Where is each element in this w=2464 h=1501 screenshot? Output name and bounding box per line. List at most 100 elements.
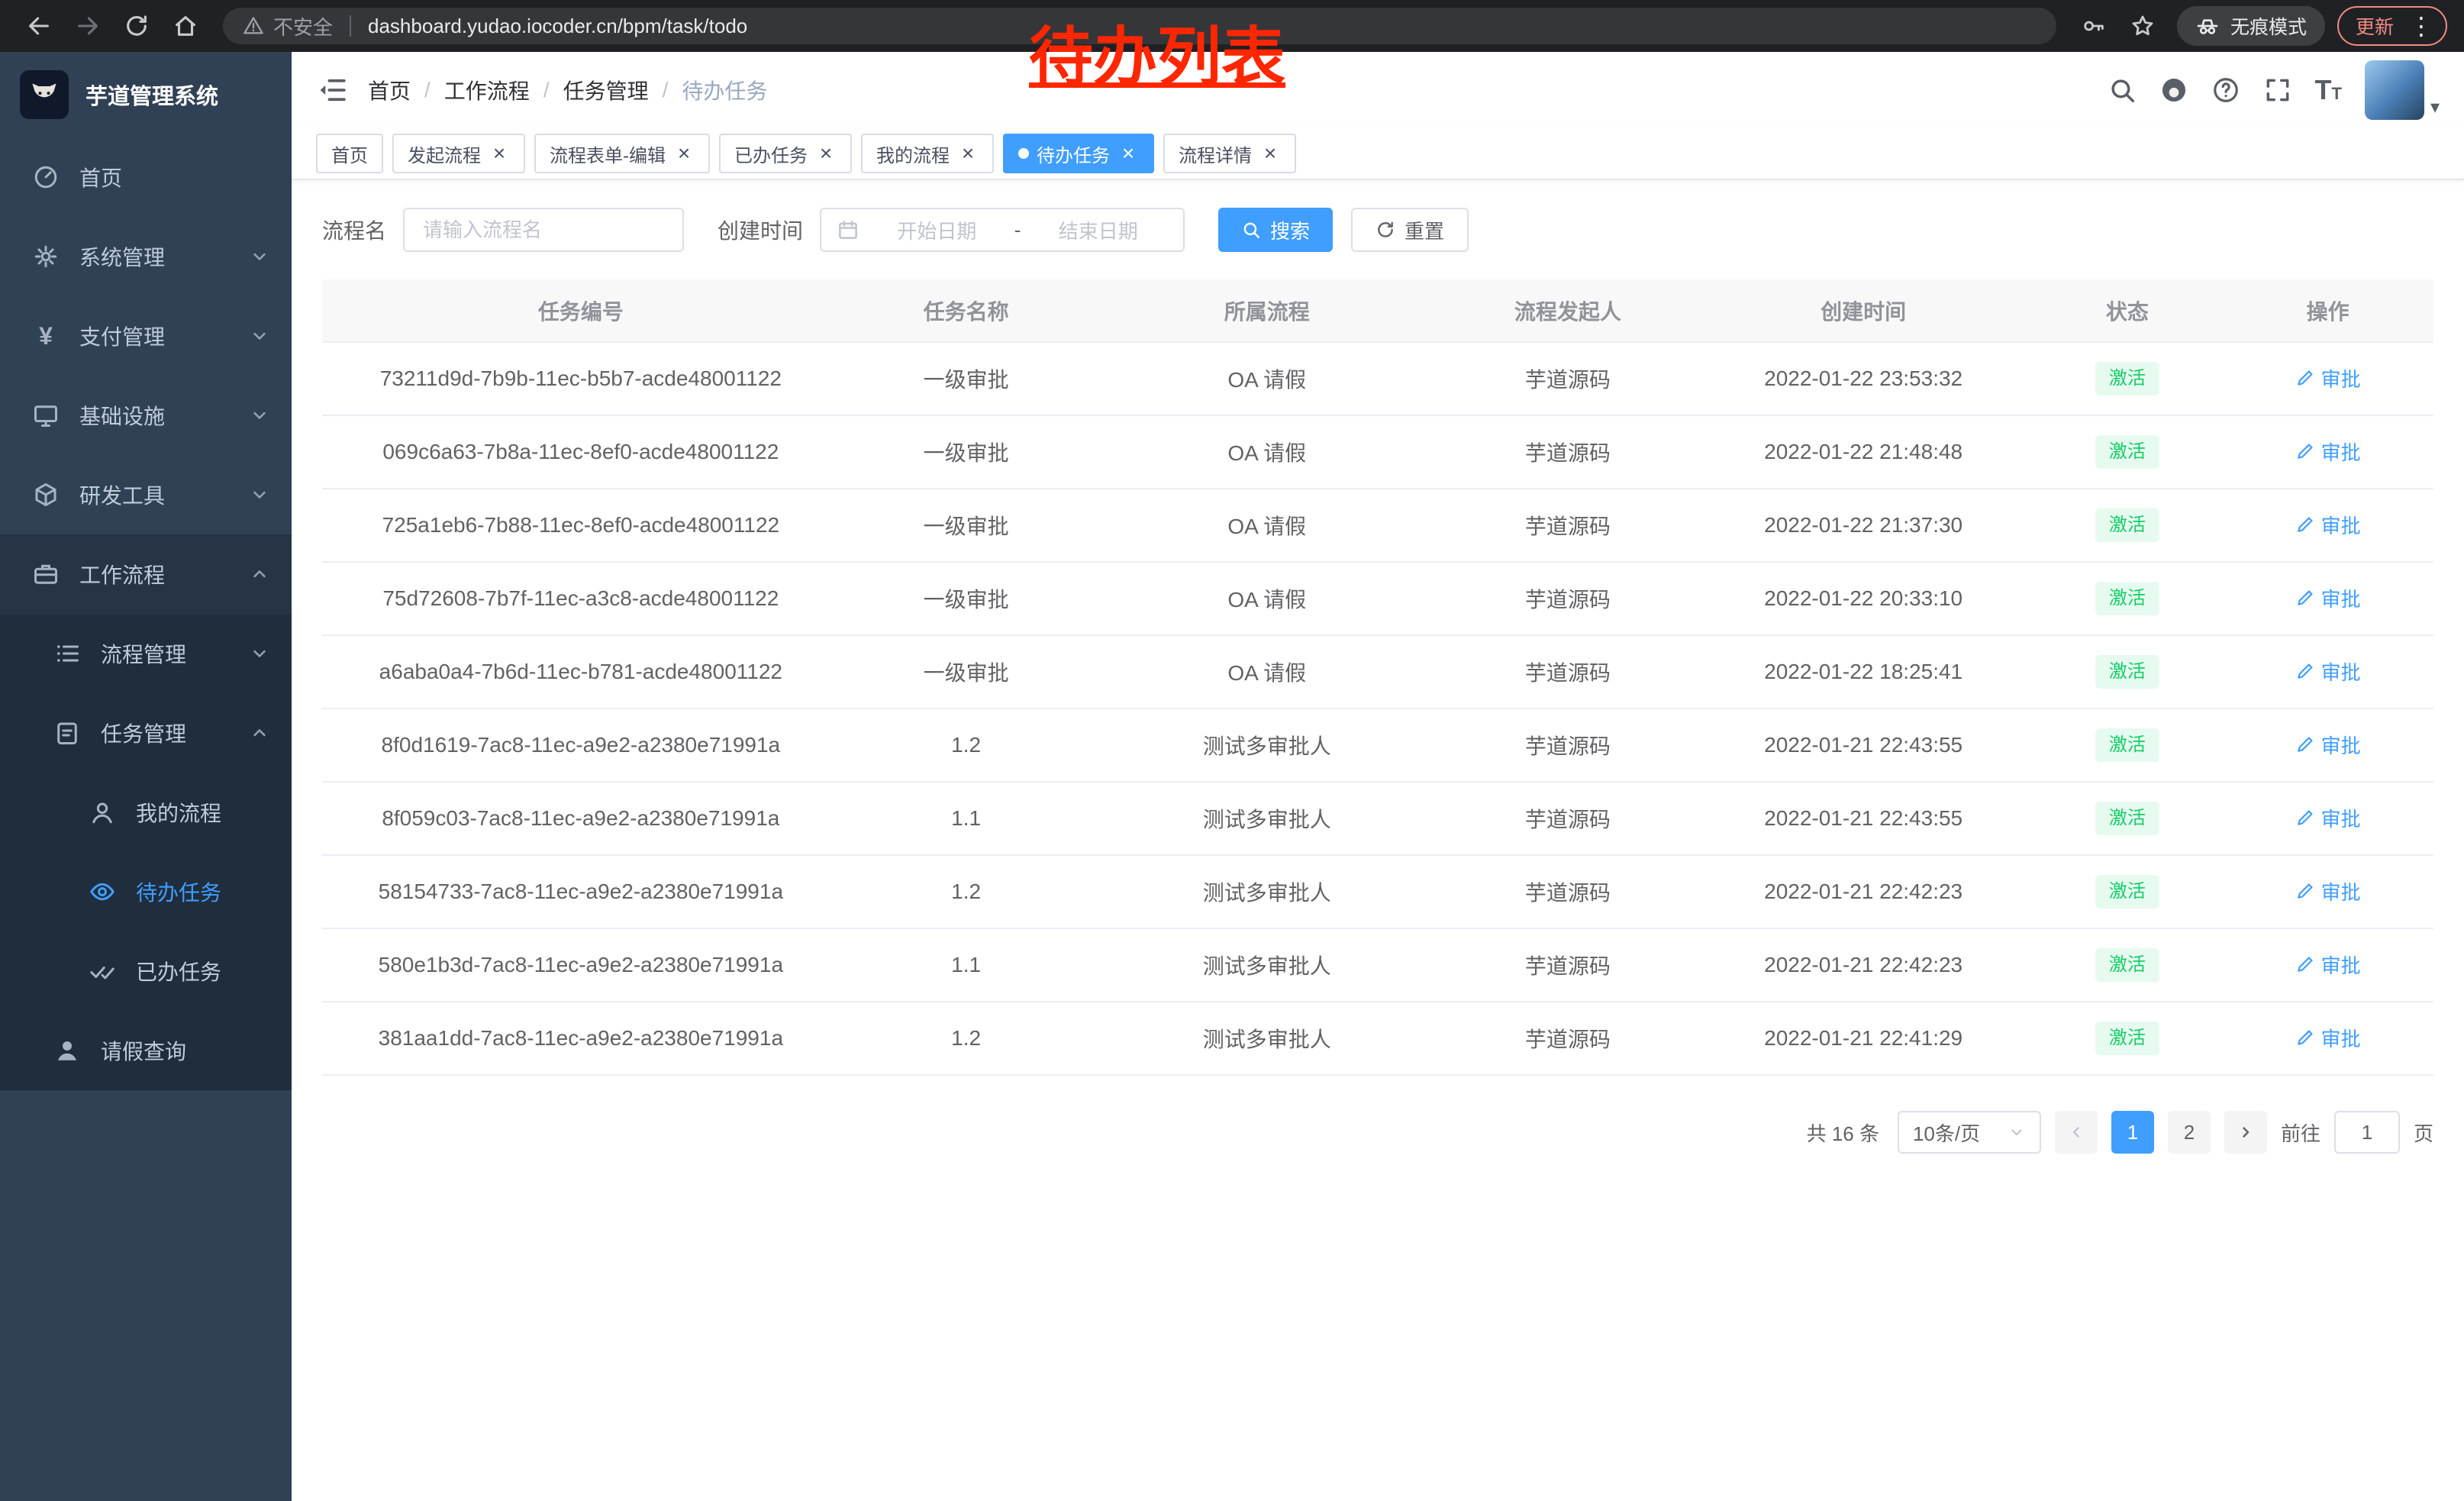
sidebar-item-workflow[interactable]: 工作流程 xyxy=(0,534,292,614)
table-row: 75d72608-7b7f-11ec-a3c8-acde48001122 一级审… xyxy=(322,562,2433,635)
approve-link[interactable]: 审批 xyxy=(2295,584,2361,612)
search-button[interactable]: 搜索 xyxy=(1218,208,1333,252)
sidebar-fold-icon[interactable] xyxy=(316,74,348,106)
search-icon[interactable] xyxy=(2108,76,2137,105)
view-tab[interactable]: 待办任务 × xyxy=(1003,134,1154,173)
cell-task-name: 一级审批 xyxy=(840,489,1093,562)
sidebar-item-leave-query[interactable]: 请假查询 xyxy=(0,1011,292,1090)
tab-close-icon[interactable]: × xyxy=(1259,143,1281,164)
table-row: 8f0d1619-7ac8-11ec-a9e2-a2380e71991a 1.2… xyxy=(322,709,2433,782)
cell-process: 测试多审批人 xyxy=(1093,782,1441,855)
breadcrumb-home[interactable]: 首页 xyxy=(368,75,411,105)
sidebar-item-my-process[interactable]: 我的流程 xyxy=(0,773,292,852)
approve-link[interactable]: 审批 xyxy=(2295,511,2361,539)
tab-close-icon[interactable]: × xyxy=(489,143,510,164)
tab-close-icon[interactable]: × xyxy=(673,143,695,164)
password-key-icon[interactable] xyxy=(2072,4,2116,48)
github-icon[interactable] xyxy=(2159,76,2188,105)
forward-icon[interactable] xyxy=(66,4,110,48)
cell-process: OA 请假 xyxy=(1093,489,1441,562)
end-date-placeholder[interactable]: 结束日期 xyxy=(1028,216,1168,244)
fullscreen-icon[interactable] xyxy=(2263,76,2292,105)
app-logo-row[interactable]: 芋道管理系统 xyxy=(0,52,292,137)
approve-link[interactable]: 审批 xyxy=(2295,437,2361,466)
approve-link[interactable]: 审批 xyxy=(2295,731,2361,759)
process-name-input[interactable] xyxy=(403,208,684,252)
cell-process: 测试多审批人 xyxy=(1093,709,1441,782)
approve-link[interactable]: 审批 xyxy=(2295,1024,2361,1052)
breadcrumb-task-mgmt[interactable]: 任务管理 xyxy=(563,75,649,105)
calendar-icon xyxy=(837,218,859,241)
tags-view: 首页 × 发起流程 × 流程表单-编辑 × 已办任务 xyxy=(292,128,2464,180)
start-date-placeholder[interactable]: 开始日期 xyxy=(867,216,1007,244)
cell-initiator: 芋道源码 xyxy=(1441,562,1695,635)
update-label: 更新 xyxy=(2356,12,2394,40)
approve-link[interactable]: 审批 xyxy=(2295,877,2361,905)
tab-close-icon[interactable]: × xyxy=(957,143,979,164)
cell-task-id: 725a1eb6-7b88-11ec-8ef0-acde48001122 xyxy=(322,489,840,562)
sidebar-item-home[interactable]: 首页 xyxy=(0,137,292,217)
table-row: 069c6a63-7b8a-11ec-8ef0-acde48001122 一级审… xyxy=(322,415,2433,489)
status-badge: 激活 xyxy=(2095,435,2159,470)
avatar[interactable] xyxy=(2365,60,2424,120)
page-buttons: 1 2 xyxy=(2111,1111,2211,1154)
reset-button[interactable]: 重置 xyxy=(1351,208,1469,252)
clipboard-icon xyxy=(53,719,81,747)
page-button[interactable]: 2 xyxy=(2168,1111,2211,1154)
goto-unit-label: 页 xyxy=(2414,1118,2433,1147)
refresh-icon[interactable] xyxy=(114,4,159,48)
bookmark-star-icon[interactable] xyxy=(2121,4,2165,48)
cell-created: 2022-01-21 22:42:23 xyxy=(1695,855,2033,928)
status-badge: 激活 xyxy=(2095,582,2159,616)
approve-link[interactable]: 审批 xyxy=(2295,951,2361,979)
prev-page-button[interactable] xyxy=(2055,1111,2098,1154)
date-range-picker[interactable]: 开始日期 - 结束日期 xyxy=(820,208,1185,252)
goto-page-input[interactable] xyxy=(2334,1111,2400,1154)
approve-link[interactable]: 审批 xyxy=(2295,657,2361,686)
sidebar-item-payment[interactable]: ¥ 支付管理 xyxy=(0,296,292,376)
font-size-icon[interactable]: TT xyxy=(2315,76,2342,104)
back-icon[interactable] xyxy=(17,4,61,48)
view-tab[interactable]: 已办任务 × xyxy=(719,134,852,173)
edit-pencil-icon xyxy=(2295,515,2315,534)
approve-link[interactable]: 审批 xyxy=(2295,364,2361,392)
update-menu-button[interactable]: 更新 ⋮ xyxy=(2337,6,2447,46)
view-tab[interactable]: 流程表单-编辑 × xyxy=(534,134,710,173)
url-bar[interactable]: 不安全 dashboard.yudao.iocoder.cn/bpm/task/… xyxy=(223,8,2056,44)
cell-process: OA 请假 xyxy=(1093,562,1441,635)
view-tab[interactable]: 我的流程 × xyxy=(861,134,994,173)
view-tab[interactable]: 流程详情 × xyxy=(1163,134,1296,173)
edit-pencil-icon xyxy=(2295,734,2315,754)
sidebar-item-infra[interactable]: 基础设施 xyxy=(0,376,292,455)
cell-created: 2022-01-21 22:43:55 xyxy=(1695,782,2033,855)
page-button[interactable]: 1 xyxy=(2111,1111,2154,1154)
create-time-label: 创建时间 xyxy=(718,215,803,245)
tab-close-icon[interactable]: × xyxy=(815,143,837,164)
breadcrumb-workflow[interactable]: 工作流程 xyxy=(444,75,530,105)
home-icon[interactable] xyxy=(163,4,208,48)
sidebar-item-system[interactable]: 系统管理 xyxy=(0,217,292,296)
cell-created: 2022-01-22 20:33:10 xyxy=(1695,562,2033,635)
view-tab[interactable]: 首页 × xyxy=(316,134,383,173)
approve-link[interactable]: 审批 xyxy=(2295,804,2361,832)
next-page-button[interactable] xyxy=(2224,1111,2267,1154)
app-title: 芋道管理系统 xyxy=(85,79,218,111)
help-icon[interactable] xyxy=(2211,76,2240,105)
browser-chrome: 不安全 dashboard.yudao.iocoder.cn/bpm/task/… xyxy=(0,0,2464,52)
sidebar-item-process-mgmt[interactable]: 流程管理 xyxy=(0,614,292,693)
cell-task-id: 381aa1dd-7ac8-11ec-a9e2-a2380e71991a xyxy=(322,1002,840,1075)
view-tab[interactable]: 发起流程 × xyxy=(392,134,525,173)
sidebar-item-done-task[interactable]: 已办任务 xyxy=(0,931,292,1011)
sidebar-item-task-mgmt[interactable]: 任务管理 xyxy=(0,693,292,773)
tab-close-icon[interactable]: × xyxy=(1118,143,1139,164)
pagination: 共 16 条 10条/页 1 2 前往 页 xyxy=(322,1111,2433,1154)
monitor-icon xyxy=(32,402,60,429)
chevron-down-icon xyxy=(249,246,270,267)
task-table: 任务编号 任务名称 所属流程 流程发起人 创建时间 状态 操作 73211d9d… xyxy=(322,279,2433,1076)
menu-dots-icon[interactable]: ⋮ xyxy=(2404,14,2438,38)
sidebar-item-todo-task[interactable]: 待办任务 xyxy=(0,852,292,931)
page-size-select[interactable]: 10条/页 xyxy=(1898,1111,2041,1154)
sidebar-item-devtools[interactable]: 研发工具 xyxy=(0,455,292,534)
user-menu[interactable]: ▾ xyxy=(2365,60,2440,120)
cube-icon xyxy=(32,481,60,508)
